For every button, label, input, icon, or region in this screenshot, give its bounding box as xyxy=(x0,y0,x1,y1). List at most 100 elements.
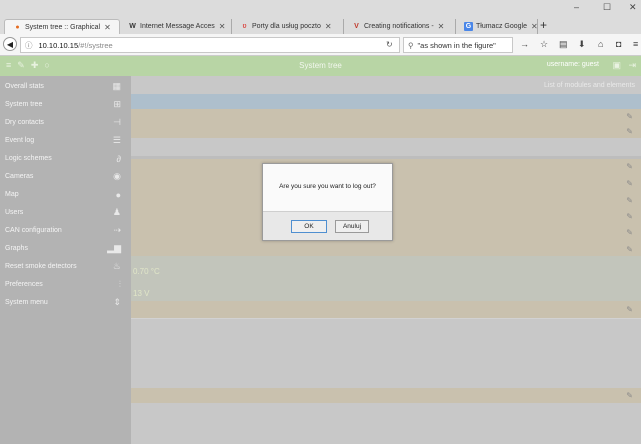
close-icon[interactable]: ✕ xyxy=(531,22,537,31)
tab-notifications[interactable]: V Creating notifications - ✕ xyxy=(344,19,456,34)
list-row[interactable]: 13 V xyxy=(131,288,641,301)
minimize-icon[interactable]: – xyxy=(574,2,579,12)
sidebar-item-system-menu[interactable]: System menu ⇕ xyxy=(0,294,131,311)
edit-pencil-icon[interactable]: ✎ xyxy=(626,162,633,171)
sidebar-item-label: CAN configuration xyxy=(5,227,62,234)
list-row[interactable] xyxy=(131,94,641,109)
sidebar-item-label: Logic schemes xyxy=(5,155,52,162)
sidebar-item-reset-smoke-detectors[interactable]: Reset smoke detectors ♨ xyxy=(0,258,131,275)
sidebar-item-label: Overall stats xyxy=(5,83,44,90)
address-bar[interactable]: ⓘ 10.10.10.15 /#!/systree xyxy=(20,37,400,53)
new-tab-button[interactable]: + xyxy=(540,18,547,32)
list-row[interactable] xyxy=(131,318,641,388)
users-icon: ♟ xyxy=(112,207,121,217)
temperature-value: 0.70 °C xyxy=(133,267,160,276)
app-header: ≡✎✚○ System tree username: guest ▣ ⇥ xyxy=(0,56,641,76)
tab-system-tree[interactable]: ● System tree :: Graphical ✕ xyxy=(4,19,120,34)
list-row[interactable]: ✎ xyxy=(131,388,641,403)
close-icon[interactable]: ✕ xyxy=(325,22,332,31)
bar-chart-icon: ▂▆ xyxy=(107,243,121,253)
tab-title: Internet Message Acces xyxy=(140,23,215,30)
window-close-icon[interactable]: ✕ xyxy=(629,2,637,13)
list-row[interactable] xyxy=(131,403,641,444)
close-icon[interactable]: ✕ xyxy=(219,22,226,31)
url-host: 10.10.10.15 xyxy=(38,40,79,50)
tab-ports[interactable]: ʋ Porty dla usług poczto ✕ xyxy=(232,19,344,34)
list-title: List of modules and elements xyxy=(543,82,635,89)
edit-pencil-icon[interactable]: ✎ xyxy=(626,127,633,136)
list-row[interactable]: 0.70 °C xyxy=(131,256,641,288)
tab-title: Porty dla usług poczto xyxy=(252,23,321,30)
contact-icon: ⊣ xyxy=(113,117,121,127)
menu-icon[interactable]: ≡ xyxy=(633,39,638,49)
search-input[interactable]: ⚲ "as shown in the figure" xyxy=(403,37,513,53)
google-translate-icon: G xyxy=(464,22,473,31)
username-label: username: guest xyxy=(546,61,599,68)
sidebar-item-label: System menu xyxy=(5,299,48,306)
edit-pencil-icon[interactable]: ✎ xyxy=(626,196,633,205)
clipboard-icon[interactable]: ▤ xyxy=(559,39,568,50)
download-icon[interactable]: ⬇ xyxy=(578,39,586,50)
tab-google-translate[interactable]: G Tłumacz Google ✕ xyxy=(456,19,538,34)
list-row[interactable]: ✎ xyxy=(131,109,641,124)
bookmark-star-icon[interactable]: ☆ xyxy=(540,39,548,50)
pocket-icon[interactable]: ◘ xyxy=(616,39,621,49)
sidebar-item-cameras[interactable]: Cameras ◉ xyxy=(0,168,131,185)
sidebar-item-dry-contacts[interactable]: Dry contacts ⊣ xyxy=(0,114,131,131)
list-header-row: List of modules and elements xyxy=(131,76,641,94)
sidebar: Overall stats ▦ System tree ⊞ Dry contac… xyxy=(0,76,131,444)
sidebar-item-label: Event log xyxy=(5,137,35,144)
close-icon[interactable]: ✕ xyxy=(438,22,445,31)
edit-pencil-icon[interactable]: ✎ xyxy=(626,179,633,188)
updown-icon: ⇕ xyxy=(113,297,121,307)
reload-icon[interactable]: ↻ xyxy=(386,40,393,49)
page-title: System tree xyxy=(299,61,342,70)
tree-icon: ⊞ xyxy=(113,99,121,109)
map-pin-icon: ● xyxy=(115,189,121,200)
forward-arrow-icon[interactable]: → xyxy=(520,39,529,49)
sidebar-item-map[interactable]: Map ● xyxy=(0,186,131,203)
eye-icon: ◉ xyxy=(113,171,121,181)
list-row[interactable]: ✎ xyxy=(131,301,641,318)
grid-icon: ▦ xyxy=(112,81,121,91)
ok-button[interactable]: OK xyxy=(291,220,327,233)
info-icon[interactable]: ⓘ xyxy=(25,40,33,51)
site-tab-icon: ʋ xyxy=(242,23,247,30)
close-icon[interactable]: ✕ xyxy=(104,23,111,32)
search-icon: ⚲ xyxy=(408,40,414,50)
logout-icon[interactable]: ⇥ xyxy=(628,60,636,71)
list-row[interactable] xyxy=(131,138,641,156)
sidebar-item-event-log[interactable]: Event log ☰ xyxy=(0,132,131,149)
tab-imap[interactable]: W Internet Message Acces ✕ xyxy=(120,19,232,34)
sidebar-item-overall-stats[interactable]: Overall stats ▦ xyxy=(0,78,131,95)
back-arrow-icon[interactable]: ◀ xyxy=(3,37,17,51)
sliders-icon: ⫶ xyxy=(118,279,121,289)
maximize-icon[interactable]: ☐ xyxy=(603,2,611,13)
edit-pencil-icon[interactable]: ✎ xyxy=(626,245,633,254)
sidebar-item-preferences[interactable]: Preferences ⫶ xyxy=(0,276,131,293)
edit-pencil-icon[interactable]: ✎ xyxy=(626,391,633,400)
edit-pencil-icon[interactable]: ✎ xyxy=(626,112,633,121)
sidebar-item-label: Map xyxy=(5,191,19,198)
sidebar-item-users[interactable]: Users ♟ xyxy=(0,204,131,221)
v-logo-icon: V xyxy=(354,23,359,30)
list-icon: ☰ xyxy=(112,135,121,145)
edit-pencil-icon[interactable]: ✎ xyxy=(626,212,633,221)
edit-pencil-icon[interactable]: ✎ xyxy=(626,305,633,314)
save-icon[interactable]: ▣ xyxy=(612,60,621,71)
sidebar-item-logic-schemes[interactable]: Logic schemes ∂ xyxy=(0,150,131,167)
sidebar-item-can-configuration[interactable]: CAN configuration ⇢ xyxy=(0,222,131,239)
url-path: /#!/systree xyxy=(78,40,113,50)
cancel-button[interactable]: Anuluj xyxy=(335,220,369,233)
sidebar-item-system-tree[interactable]: System tree ⊞ xyxy=(0,96,131,113)
edit-pencil-icon[interactable]: ✎ xyxy=(626,228,633,237)
dialog-footer: OK Anuluj xyxy=(263,211,392,240)
wikipedia-icon: W xyxy=(129,23,136,30)
main-content: List of modules and elements ✎ ✎ ✎ ✎ ✎ ✎… xyxy=(131,76,641,444)
list-row[interactable]: ✎ xyxy=(131,124,641,138)
sidebar-item-graphs[interactable]: Graphs ▂▆ xyxy=(0,240,131,257)
logout-dialog: Are you sure you want to log out? OK Anu… xyxy=(262,163,393,241)
voltage-value: 13 V xyxy=(133,289,150,298)
browser-tab-strip: ● System tree :: Graphical ✕ W Internet … xyxy=(0,0,641,34)
home-icon[interactable]: ⌂ xyxy=(598,39,603,49)
